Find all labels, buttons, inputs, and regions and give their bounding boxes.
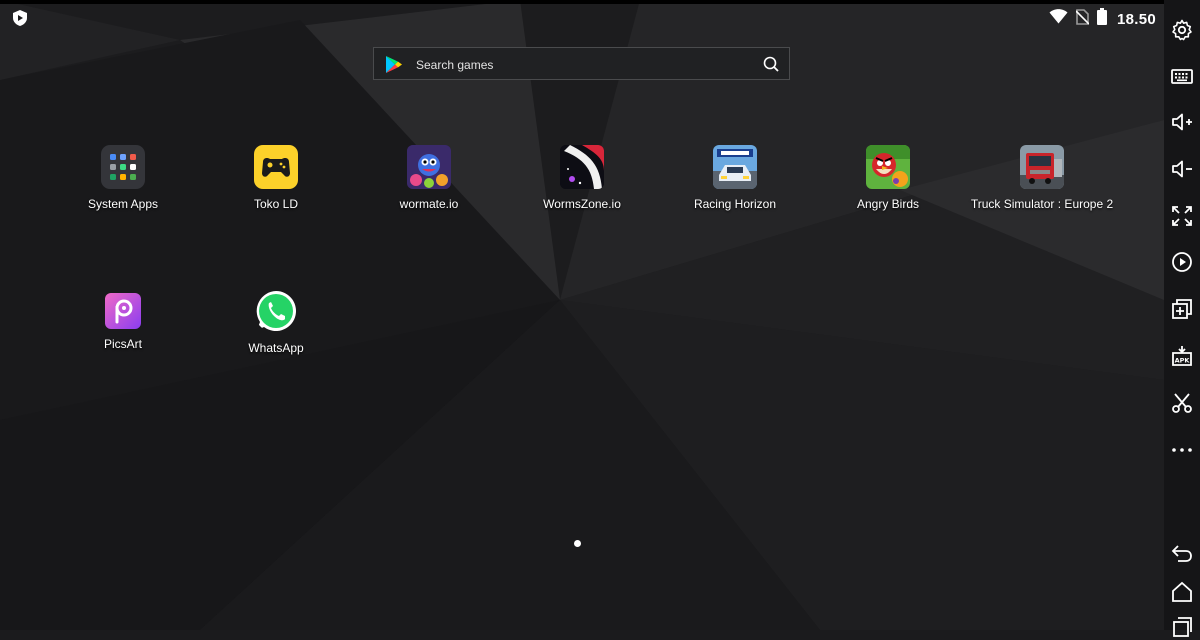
search-icon[interactable] — [763, 56, 779, 72]
multi-instance-icon[interactable] — [1170, 297, 1194, 321]
app-system-apps[interactable]: System Apps — [43, 145, 203, 211]
app-picsart[interactable]: PicsArt — [43, 289, 203, 351]
whatsapp-icon — [254, 289, 298, 333]
picsart-icon — [105, 293, 141, 329]
wifi-icon — [1049, 9, 1068, 29]
app-label: WormsZone.io — [543, 197, 621, 211]
search-bar[interactable] — [373, 47, 790, 81]
more-icon[interactable] — [1170, 438, 1194, 462]
toko-ld-gamepad-icon — [254, 145, 298, 189]
emulator-toolbar: APK — [1164, 0, 1200, 637]
app-wormszone-io[interactable]: WormsZone.io — [502, 145, 662, 211]
app-wormate-io[interactable]: wormate.io — [349, 145, 509, 211]
app-truck-simulator[interactable]: Truck Simulator : Europe 2 — [962, 145, 1122, 211]
app-label: System Apps — [87, 197, 159, 211]
keyboard-icon[interactable] — [1170, 64, 1194, 88]
app-label: wormate.io — [399, 197, 459, 211]
truck-simulator-icon — [1020, 145, 1064, 189]
app-label: PicsArt — [103, 337, 142, 351]
app-label: Angry Birds — [856, 197, 920, 211]
search-input[interactable] — [414, 48, 748, 81]
app-toko-ld[interactable]: Toko LD — [196, 145, 356, 211]
angry-birds-icon — [866, 145, 910, 189]
volume-down-icon[interactable] — [1170, 157, 1194, 181]
app-angry-birds[interactable]: Angry Birds — [808, 145, 968, 211]
racing-horizon-icon — [713, 145, 757, 189]
status-bar: 18.50 — [1049, 8, 1156, 30]
svg-text:APK: APK — [1175, 357, 1191, 365]
shield-icon — [11, 9, 29, 27]
fullscreen-icon[interactable] — [1170, 204, 1194, 228]
gear-icon[interactable] — [1170, 18, 1194, 42]
volume-up-icon[interactable] — [1170, 110, 1194, 134]
no-sim-icon — [1075, 8, 1090, 30]
record-icon[interactable] — [1170, 250, 1194, 274]
android-home-screen: 18.50 Search games System Apps Toko LD w… — [0, 0, 1164, 630]
back-icon[interactable] — [1170, 541, 1194, 565]
system-apps-folder-icon — [101, 145, 145, 189]
app-label: WhatsApp — [248, 341, 304, 355]
app-label: Racing Horizon — [693, 197, 777, 211]
clock: 18.50 — [1116, 10, 1156, 28]
app-whatsapp[interactable]: WhatsApp — [196, 289, 356, 355]
page-indicator-dot — [574, 540, 581, 547]
app-racing-horizon[interactable]: Racing Horizon — [655, 145, 815, 211]
recents-icon[interactable] — [1170, 616, 1194, 640]
play-store-icon — [384, 55, 403, 74]
wormszone-icon — [560, 145, 604, 189]
apk-install-icon[interactable]: APK — [1170, 344, 1194, 368]
scissors-icon[interactable] — [1170, 391, 1194, 415]
app-label: Truck Simulator : Europe 2 — [970, 197, 1114, 211]
battery-icon — [1096, 8, 1107, 30]
wormate-icon — [407, 145, 451, 189]
home-icon[interactable] — [1170, 580, 1194, 604]
app-label: Toko LD — [253, 197, 299, 211]
